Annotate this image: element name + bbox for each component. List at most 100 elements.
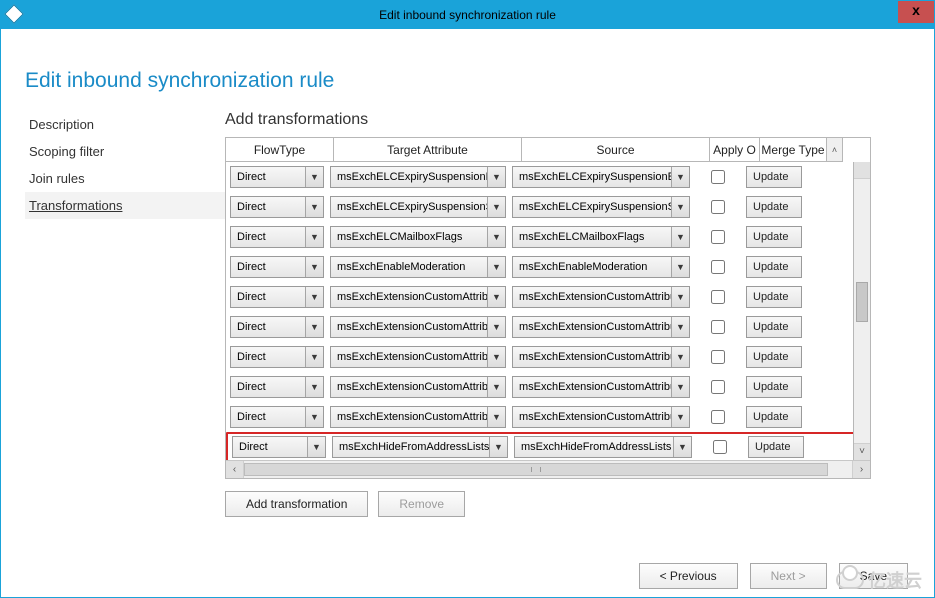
source-combo[interactable]: msExchExtensionCustomAttribute5▼ <box>512 406 690 428</box>
nav-description[interactable]: Description <box>25 111 225 138</box>
apply-once-checkbox[interactable] <box>713 440 727 454</box>
target-attribute-combo[interactable]: msExchExtensionCustomAttribute2▼ <box>330 316 506 338</box>
scroll-down-icon[interactable]: ˅ <box>854 443 870 460</box>
source-combo[interactable]: msExchELCExpirySuspensionEnd▼ <box>512 166 690 188</box>
scroll-left-icon[interactable]: ‹ <box>226 461 244 478</box>
save-button[interactable]: Save <box>839 563 908 589</box>
chevron-down-icon[interactable]: ▼ <box>671 167 689 187</box>
flowtype-combo[interactable]: Direct▼ <box>230 376 324 398</box>
flowtype-combo[interactable]: Direct▼ <box>232 436 326 458</box>
target-attribute-combo[interactable]: msExchExtensionCustomAttribute3▼ <box>330 346 506 368</box>
source-combo[interactable]: msExchELCExpirySuspensionStart▼ <box>512 196 690 218</box>
source-combo[interactable]: msExchELCMailboxFlags▼ <box>512 226 690 248</box>
source-combo[interactable]: msExchExtensionCustomAttribute3▼ <box>512 346 690 368</box>
chevron-down-icon[interactable]: ▼ <box>671 377 689 397</box>
merge-type-button[interactable]: Update <box>746 346 802 368</box>
merge-type-button[interactable]: Update <box>746 196 802 218</box>
chevron-down-icon[interactable]: ▼ <box>671 347 689 367</box>
chevron-down-icon[interactable]: ▼ <box>671 407 689 427</box>
flowtype-combo[interactable]: Direct▼ <box>230 226 324 248</box>
chevron-down-icon[interactable]: ▼ <box>487 287 505 307</box>
target-attribute-combo[interactable]: msExchEnableModeration▼ <box>330 256 506 278</box>
chevron-down-icon[interactable]: ▼ <box>305 257 323 277</box>
chevron-down-icon[interactable]: ▼ <box>671 317 689 337</box>
flowtype-combo[interactable]: Direct▼ <box>230 166 324 188</box>
chevron-down-icon[interactable]: ▼ <box>673 437 691 457</box>
chevron-down-icon[interactable]: ▼ <box>671 257 689 277</box>
chevron-down-icon[interactable]: ▼ <box>487 197 505 217</box>
apply-once-checkbox[interactable] <box>711 290 725 304</box>
merge-type-button[interactable]: Update <box>746 166 802 188</box>
chevron-down-icon[interactable]: ▼ <box>487 257 505 277</box>
source-combo[interactable]: msExchEnableModeration▼ <box>512 256 690 278</box>
h-scroll-track[interactable] <box>244 461 852 478</box>
add-transformation-button[interactable]: Add transformation <box>225 491 368 517</box>
apply-once-checkbox[interactable] <box>711 410 725 424</box>
chevron-down-icon[interactable]: ▼ <box>487 377 505 397</box>
apply-once-checkbox[interactable] <box>711 260 725 274</box>
next-button[interactable]: Next > <box>750 563 827 589</box>
chevron-down-icon[interactable]: ▼ <box>487 167 505 187</box>
merge-type-button[interactable]: Update <box>746 226 802 248</box>
source-combo[interactable]: msExchHideFromAddressLists▼ <box>514 436 692 458</box>
chevron-down-icon[interactable]: ▼ <box>307 437 325 457</box>
flowtype-combo[interactable]: Direct▼ <box>230 256 324 278</box>
chevron-down-icon[interactable]: ▼ <box>305 377 323 397</box>
merge-type-button[interactable]: Update <box>746 286 802 308</box>
header-scroll-gap: ˄ <box>826 138 843 162</box>
target-attribute-combo[interactable]: msExchExtensionCustomAttribute1▼ <box>330 286 506 308</box>
merge-type-button[interactable]: Update <box>746 376 802 398</box>
apply-once-checkbox[interactable] <box>711 350 725 364</box>
nav-join-rules[interactable]: Join rules <box>25 165 225 192</box>
previous-button[interactable]: < Previous <box>639 563 738 589</box>
scroll-right-icon[interactable]: › <box>852 461 870 478</box>
apply-once-checkbox[interactable] <box>711 170 725 184</box>
apply-once-checkbox[interactable] <box>711 230 725 244</box>
vertical-scroll-thumb[interactable] <box>856 282 868 322</box>
flowtype-combo[interactable]: Direct▼ <box>230 316 324 338</box>
chevron-down-icon[interactable]: ▼ <box>487 227 505 247</box>
source-combo[interactable]: msExchExtensionCustomAttribute2▼ <box>512 316 690 338</box>
vertical-scrollbar[interactable]: ˅ <box>853 162 870 460</box>
target-attribute-combo[interactable]: msExchELCMailboxFlags▼ <box>330 226 506 248</box>
target-attribute-combo[interactable]: msExchHideFromAddressLists▼ <box>332 436 508 458</box>
target-attribute-combo[interactable]: msExchELCExpirySuspensionStart▼ <box>330 196 506 218</box>
chevron-down-icon[interactable]: ▼ <box>671 197 689 217</box>
nav-transformations[interactable]: Transformations <box>25 192 225 219</box>
apply-once-checkbox[interactable] <box>711 200 725 214</box>
merge-type-button[interactable]: Update <box>746 406 802 428</box>
chevron-down-icon[interactable]: ▼ <box>305 287 323 307</box>
chevron-down-icon[interactable]: ▼ <box>671 227 689 247</box>
source-combo[interactable]: msExchExtensionCustomAttribute4▼ <box>512 376 690 398</box>
chevron-down-icon[interactable]: ▼ <box>305 227 323 247</box>
chevron-down-icon[interactable]: ▼ <box>305 347 323 367</box>
horizontal-scrollbar[interactable]: ‹ › <box>226 460 870 478</box>
remove-button[interactable]: Remove <box>378 491 465 517</box>
nav-scoping-filter[interactable]: Scoping filter <box>25 138 225 165</box>
chevron-down-icon[interactable]: ▼ <box>489 437 507 457</box>
apply-once-checkbox[interactable] <box>711 380 725 394</box>
flowtype-combo[interactable]: Direct▼ <box>230 286 324 308</box>
chevron-down-icon[interactable]: ▼ <box>305 407 323 427</box>
chevron-down-icon[interactable]: ▼ <box>487 317 505 337</box>
h-scroll-thumb[interactable] <box>244 463 828 476</box>
merge-type-button[interactable]: Update <box>746 256 802 278</box>
flowtype-combo[interactable]: Direct▼ <box>230 346 324 368</box>
chevron-down-icon[interactable]: ▼ <box>305 317 323 337</box>
chevron-down-icon[interactable]: ▼ <box>671 287 689 307</box>
chevron-down-icon[interactable]: ▼ <box>487 347 505 367</box>
close-button[interactable]: x <box>898 1 934 23</box>
chevron-down-icon[interactable]: ▼ <box>305 197 323 217</box>
target-attribute-combo[interactable]: msExchExtensionCustomAttribute5▼ <box>330 406 506 428</box>
apply-once-checkbox[interactable] <box>711 320 725 334</box>
scroll-up-icon[interactable] <box>854 162 870 179</box>
target-attribute-combo[interactable]: msExchELCExpirySuspensionEnd▼ <box>330 166 506 188</box>
chevron-down-icon[interactable]: ▼ <box>305 167 323 187</box>
merge-type-button[interactable]: Update <box>746 316 802 338</box>
flowtype-combo[interactable]: Direct▼ <box>230 196 324 218</box>
merge-type-button[interactable]: Update <box>748 436 804 458</box>
chevron-down-icon[interactable]: ▼ <box>487 407 505 427</box>
source-combo[interactable]: msExchExtensionCustomAttribute1▼ <box>512 286 690 308</box>
flowtype-combo[interactable]: Direct▼ <box>230 406 324 428</box>
target-attribute-combo[interactable]: msExchExtensionCustomAttribute4▼ <box>330 376 506 398</box>
